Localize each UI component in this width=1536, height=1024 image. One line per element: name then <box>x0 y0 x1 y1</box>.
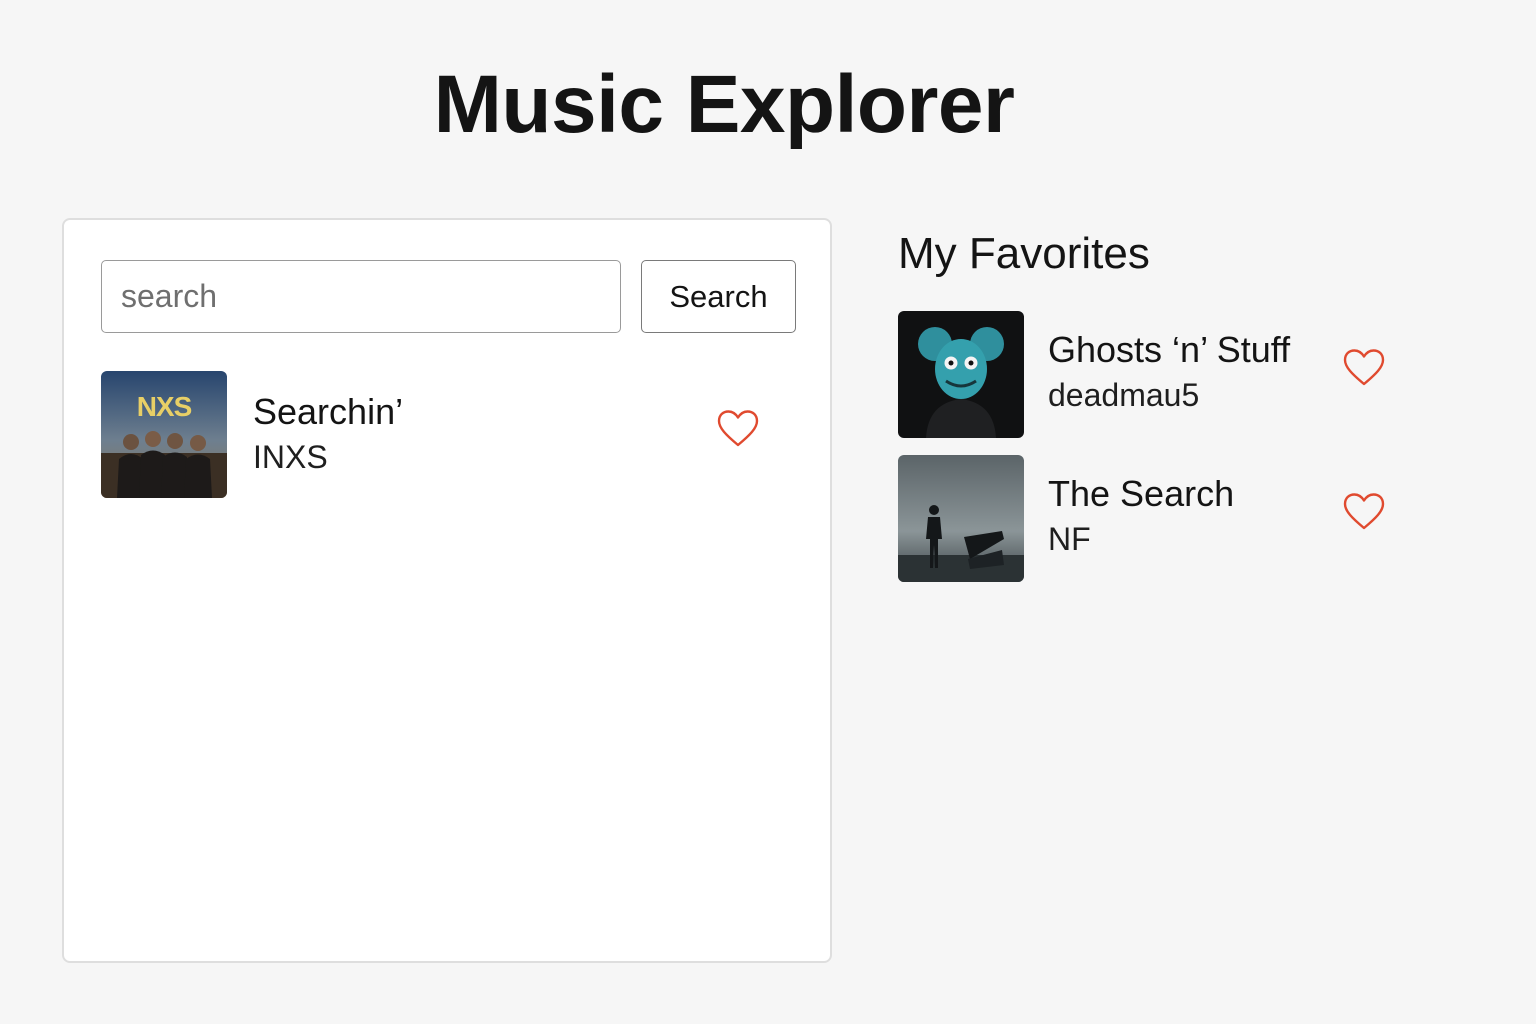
favorites-heading: My Favorites <box>898 229 1150 278</box>
album-cover: NXS <box>101 371 227 498</box>
album-cover <box>898 455 1024 582</box>
search-button[interactable]: Search <box>641 260 796 333</box>
favorite-heart-icon[interactable] <box>1342 492 1386 532</box>
cover-logo-text: NXS <box>137 391 192 422</box>
track-artist: deadmau5 <box>1048 377 1200 413</box>
favorite-item[interactable]: Ghosts ‘n’ Stuff deadmau5 <box>898 311 1418 439</box>
search-input[interactable] <box>101 260 621 333</box>
track-title: Searchin’ <box>253 391 404 432</box>
app-title: Music Explorer <box>433 59 1015 150</box>
track-artist: INXS <box>253 439 328 475</box>
track-artist: NF <box>1048 521 1091 557</box>
track-title: The Search <box>1048 473 1235 514</box>
album-cover <box>898 311 1024 438</box>
favorite-item[interactable]: The Search NF <box>898 455 1418 583</box>
search-panel: Search <box>62 218 832 963</box>
result-item[interactable]: NXS Searchin’ INXS <box>101 371 801 499</box>
favorite-heart-icon[interactable] <box>716 409 760 449</box>
favorite-heart-icon[interactable] <box>1342 348 1386 388</box>
track-title: Ghosts ‘n’ Stuff <box>1048 329 1291 370</box>
